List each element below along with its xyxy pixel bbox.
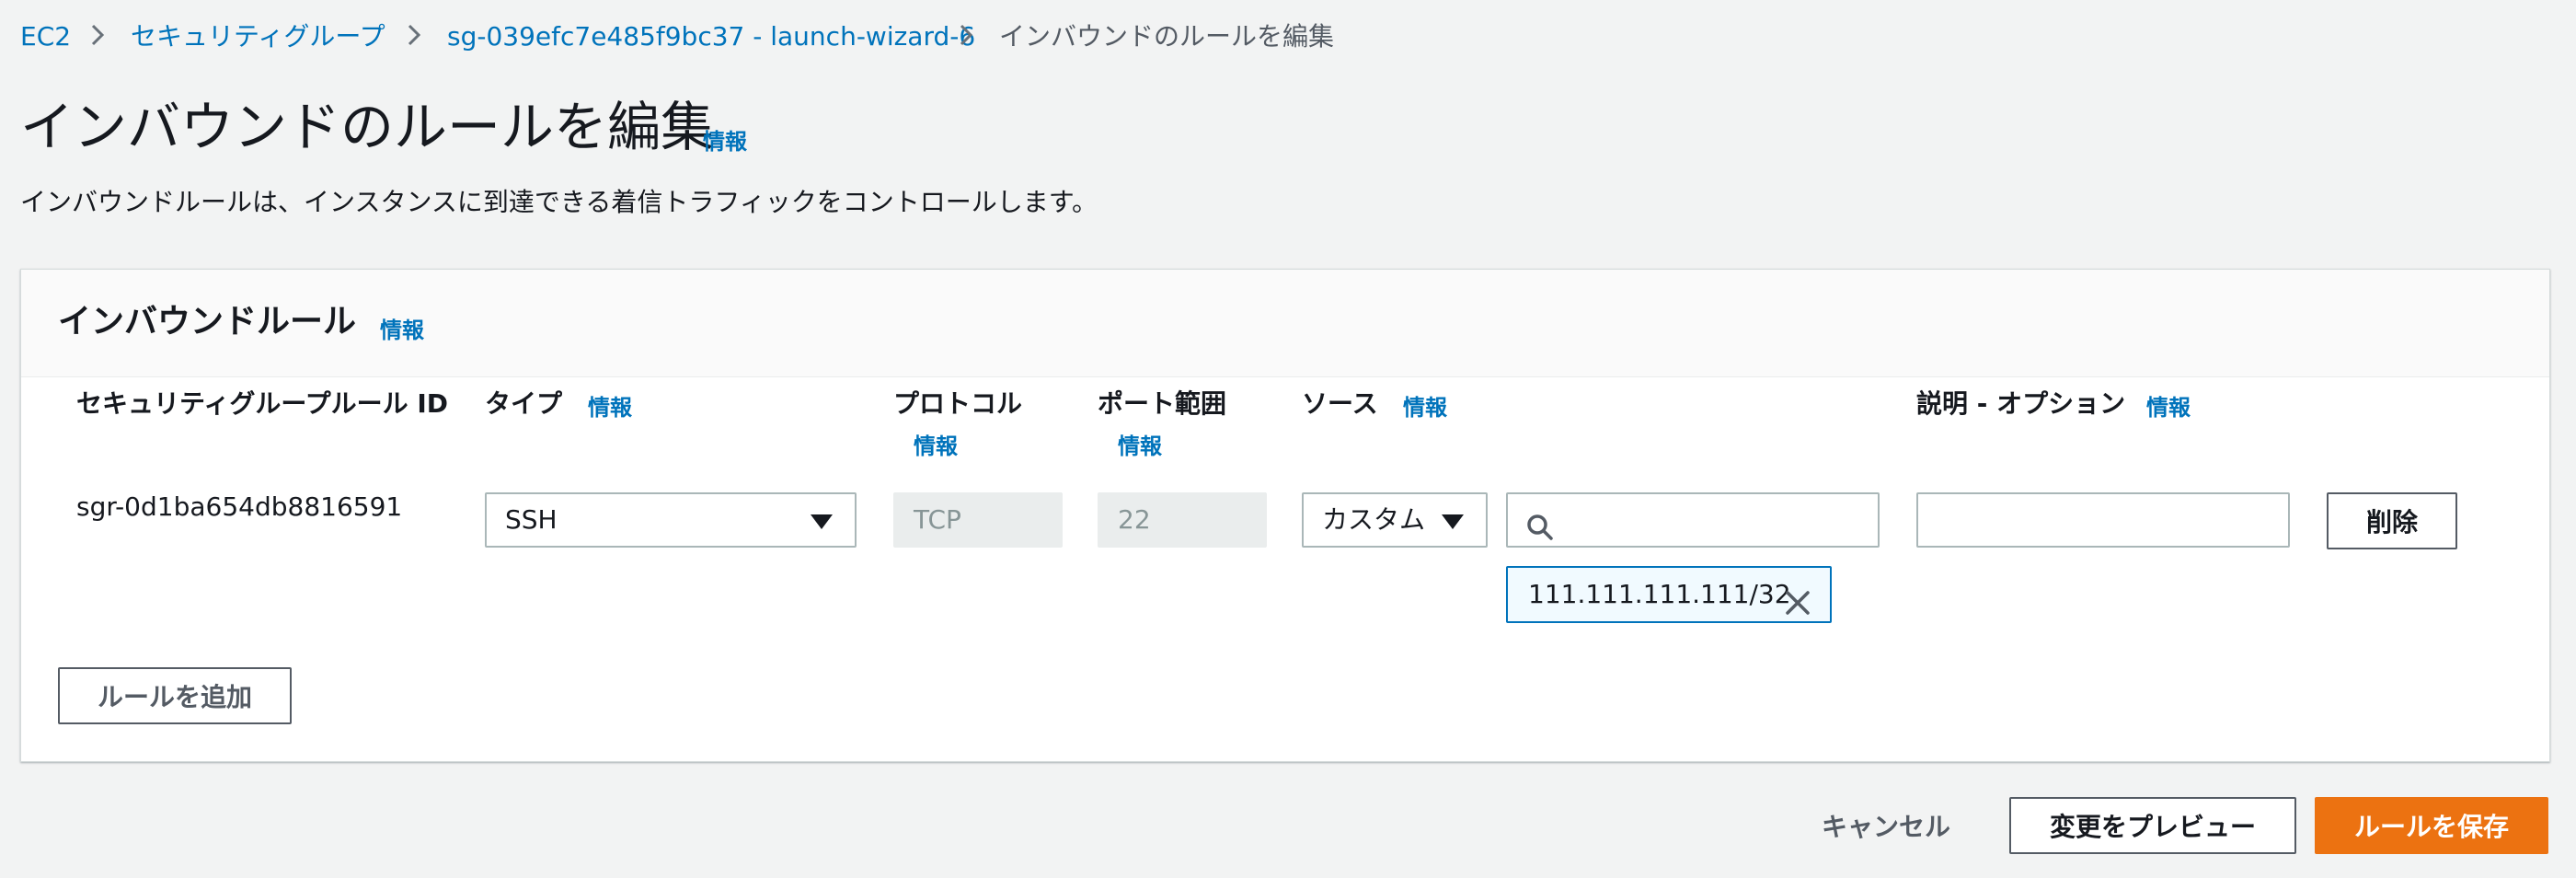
port-range-field: 22 bbox=[1098, 492, 1267, 548]
protocol-info-link[interactable]: 情報 bbox=[914, 428, 958, 460]
panel-info-link[interactable]: 情報 bbox=[380, 312, 424, 344]
col-header-source: ソース bbox=[1302, 388, 1378, 419]
source-info-link[interactable]: 情報 bbox=[1403, 389, 1447, 422]
add-rule-button[interactable]: ルールを追加 bbox=[58, 667, 292, 724]
add-rule-label: ルールを追加 bbox=[97, 682, 252, 712]
col-header-port-range: ポート範囲 bbox=[1098, 388, 1227, 419]
source-search-input[interactable] bbox=[1506, 492, 1880, 548]
port-range-info-link[interactable]: 情報 bbox=[1118, 428, 1162, 460]
delete-rule-button[interactable]: 削除 bbox=[2327, 492, 2457, 549]
description-input[interactable] bbox=[1916, 492, 2290, 548]
cancel-label: キャンセル bbox=[1821, 812, 1950, 842]
delete-rule-label: 削除 bbox=[2365, 507, 2418, 537]
breadcrumb-current: インバウンドのルールを編集 bbox=[999, 21, 1335, 52]
col-header-rule-id: セキュリティグループルール ID bbox=[76, 388, 449, 419]
page-info-link[interactable]: 情報 bbox=[703, 123, 747, 156]
preview-changes-button[interactable]: 変更をプレビュー bbox=[2009, 797, 2296, 854]
source-token: 111.111.111.111/32 bbox=[1506, 566, 1832, 623]
caret-down-icon bbox=[811, 514, 833, 529]
page-title: インバウンドのルールを編集 bbox=[20, 96, 715, 158]
col-header-type: タイプ bbox=[485, 388, 563, 419]
chevron-right-icon bbox=[405, 17, 423, 61]
close-icon[interactable] bbox=[1784, 582, 1811, 635]
source-token-label: 111.111.111.111/32 bbox=[1528, 579, 1791, 609]
preview-changes-label: 変更をプレビュー bbox=[2049, 812, 2256, 842]
breadcrumb-security-groups[interactable]: セキュリティグループ bbox=[131, 18, 385, 55]
save-rules-button[interactable]: ルールを保存 bbox=[2315, 797, 2548, 854]
protocol-field: TCP bbox=[893, 492, 1063, 548]
description-info-link[interactable]: 情報 bbox=[2146, 389, 2191, 422]
type-info-link[interactable]: 情報 bbox=[588, 389, 632, 422]
col-header-protocol: プロトコル bbox=[893, 388, 1023, 419]
inbound-rules-panel: インバウンドルール 情報 セキュリティグループルール ID タイプ 情報 プロト… bbox=[20, 269, 2550, 762]
panel-title: インバウンドルール bbox=[58, 303, 357, 341]
cancel-button[interactable]: キャンセル bbox=[1803, 797, 1969, 854]
chevron-right-icon bbox=[957, 17, 975, 61]
caret-down-icon bbox=[1442, 514, 1464, 529]
col-header-description: 説明 - オプション bbox=[1916, 388, 2126, 419]
save-rules-label: ルールを保存 bbox=[2353, 812, 2509, 842]
breadcrumb-security-group[interactable]: sg-039efc7e485f9bc37 - launch-wizard-6 bbox=[447, 18, 975, 55]
page-description: インバウンドルールは、インスタンスに到達できる着信トラフィックをコントロールしま… bbox=[20, 187, 1098, 217]
rule-id-value: sgr-0d1ba654db8816591 bbox=[76, 491, 403, 522]
source-type-select[interactable]: カスタム bbox=[1302, 492, 1488, 548]
breadcrumb-ec2[interactable]: EC2 bbox=[20, 18, 71, 55]
type-select[interactable]: SSH bbox=[485, 492, 857, 548]
panel-header: インバウンドルール 情報 bbox=[21, 270, 2549, 377]
protocol-value: TCP bbox=[914, 504, 961, 535]
source-type-value: カスタム bbox=[1322, 504, 1426, 535]
search-icon bbox=[1526, 507, 1554, 559]
port-range-value: 22 bbox=[1118, 504, 1151, 535]
chevron-right-icon bbox=[88, 17, 107, 61]
type-select-value: SSH bbox=[505, 504, 558, 535]
